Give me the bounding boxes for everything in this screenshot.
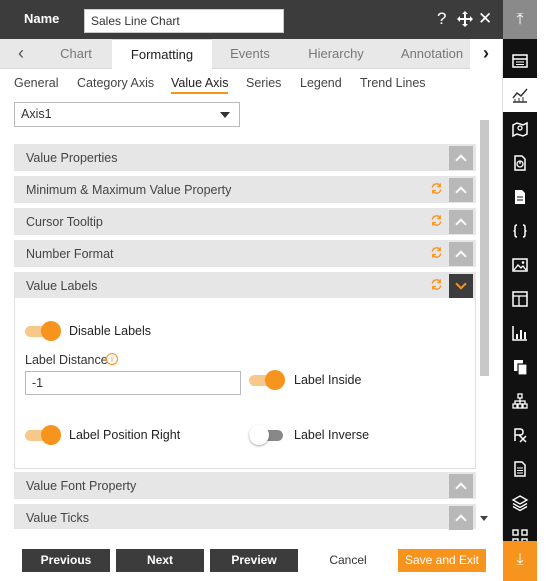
subtab-legend[interactable]: Legend	[300, 76, 342, 90]
section-value-font-property[interactable]: Value Font Property	[14, 472, 476, 500]
cancel-button[interactable]: Cancel	[304, 549, 392, 572]
refresh-icon[interactable]	[430, 214, 443, 227]
section-title: Value Labels	[26, 279, 98, 293]
expand-toggle-icon[interactable]	[449, 146, 473, 170]
refresh-icon[interactable]	[430, 278, 443, 291]
section-number-format[interactable]: Number Format	[14, 240, 476, 268]
tab-hierarchy[interactable]: Hierarchy	[300, 39, 372, 69]
grid-icon[interactable]	[503, 520, 537, 541]
copy-icon[interactable]	[503, 350, 537, 384]
scroll-down-arrow-icon[interactable]	[480, 516, 488, 521]
tab-chart[interactable]: Chart	[50, 39, 102, 69]
label-inverse-toggle[interactable]	[249, 425, 285, 445]
report-icon[interactable]	[503, 452, 537, 486]
document-chart-icon[interactable]	[503, 146, 537, 180]
name-label: Name	[24, 11, 60, 26]
tabs-prev-arrow-icon[interactable]: ‹	[6, 39, 36, 69]
close-icon[interactable]: ✕	[478, 9, 492, 29]
preview-button[interactable]: Preview	[210, 549, 298, 572]
tab-formatting[interactable]: Formatting	[112, 39, 212, 70]
scrollbar[interactable]	[478, 120, 490, 530]
axis-select[interactable]: Axis1	[14, 102, 240, 127]
section-title: Number Format	[26, 247, 114, 261]
section-cursor-tooltip[interactable]: Cursor Tooltip	[14, 208, 476, 236]
tab-events[interactable]: Events	[222, 39, 278, 69]
section-title: Value Ticks	[26, 511, 89, 525]
move-icon[interactable]	[456, 9, 474, 33]
toolbar-strip	[503, 39, 537, 541]
expand-toggle-icon[interactable]	[449, 506, 473, 530]
collapse-up-icon[interactable]: ⤒	[503, 0, 537, 39]
rail-edge	[537, 0, 550, 581]
save-and-exit-button[interactable]: Save and Exit	[398, 549, 486, 572]
section-min-max-value[interactable]: Minimum & Maximum Value Property	[14, 176, 476, 204]
tabs-next-arrow-icon[interactable]: ›	[470, 39, 502, 69]
chart-name-input[interactable]	[84, 9, 284, 33]
scrollbar-thumb[interactable]	[480, 120, 489, 376]
hierarchy-icon[interactable]	[503, 384, 537, 418]
disable-labels-toggle[interactable]	[25, 321, 61, 341]
label-distance-label: Label Distance	[25, 353, 108, 367]
section-value-ticks[interactable]: Value Ticks	[14, 504, 476, 530]
bar-chart-icon[interactable]	[503, 316, 537, 350]
label-inside-toggle[interactable]	[249, 370, 285, 390]
section-title: Minimum & Maximum Value Property	[26, 183, 232, 197]
expand-toggle-icon[interactable]	[449, 474, 473, 498]
right-toolbar: ⤒ ⤓	[503, 0, 550, 581]
expand-toggle-icon[interactable]	[449, 242, 473, 266]
panel-header: Name ? ✕	[0, 0, 503, 39]
image-icon[interactable]	[503, 248, 537, 282]
collapse-toggle-icon[interactable]	[449, 274, 473, 298]
label-inside-label: Label Inside	[294, 373, 362, 387]
subtab-category-axis[interactable]: Category Axis	[77, 76, 154, 90]
rx-icon[interactable]	[503, 418, 537, 452]
section-title: Value Properties	[26, 151, 118, 165]
info-icon[interactable]: i	[106, 353, 118, 365]
panel-icon[interactable]	[503, 282, 537, 316]
label-position-right-toggle[interactable]	[25, 425, 61, 445]
section-title: Value Font Property	[26, 479, 137, 493]
expand-toggle-icon[interactable]	[449, 178, 473, 202]
previous-button[interactable]: Previous	[22, 549, 110, 572]
subtab-trend-lines[interactable]: Trend Lines	[360, 76, 426, 90]
layers-icon[interactable]	[503, 486, 537, 520]
subtab-value-axis[interactable]: Value Axis	[171, 76, 229, 94]
table-icon[interactable]	[503, 44, 537, 78]
footer-actions: Previous Next Preview Cancel Save and Ex…	[0, 540, 503, 581]
download-icon[interactable]: ⤓	[503, 541, 537, 581]
formatting-subtabs: General Category Axis Value Axis Series …	[0, 69, 503, 99]
next-button[interactable]: Next	[116, 549, 204, 572]
subtab-series[interactable]: Series	[246, 76, 281, 90]
file-icon[interactable]	[503, 180, 537, 214]
section-value-labels[interactable]: Value Labels	[14, 272, 476, 300]
tab-annotation[interactable]: Annotation	[398, 39, 466, 69]
axis-select-value: Axis1	[21, 107, 52, 121]
chevron-down-icon	[220, 112, 230, 118]
braces-icon[interactable]	[503, 214, 537, 248]
section-value-properties[interactable]: Value Properties	[14, 144, 476, 172]
disable-labels-label: Disable Labels	[69, 324, 151, 338]
label-distance-input[interactable]	[25, 371, 241, 395]
properties-panel: Name ? ✕ ‹ Chart Formatting Events Hiera…	[0, 0, 503, 581]
section-title: Cursor Tooltip	[26, 215, 103, 229]
subtab-general[interactable]: General	[14, 76, 58, 90]
line-chart-icon[interactable]	[503, 78, 537, 112]
refresh-icon[interactable]	[430, 246, 443, 259]
label-inverse-label: Label Inverse	[294, 428, 370, 442]
label-position-right-label: Label Position Right	[69, 428, 181, 442]
refresh-icon[interactable]	[430, 182, 443, 195]
expand-toggle-icon[interactable]	[449, 210, 473, 234]
map-icon[interactable]	[503, 112, 537, 146]
question-icon[interactable]: ?	[437, 9, 446, 29]
main-tabs: ‹ Chart Formatting Events Hierarchy Anno…	[0, 39, 503, 70]
